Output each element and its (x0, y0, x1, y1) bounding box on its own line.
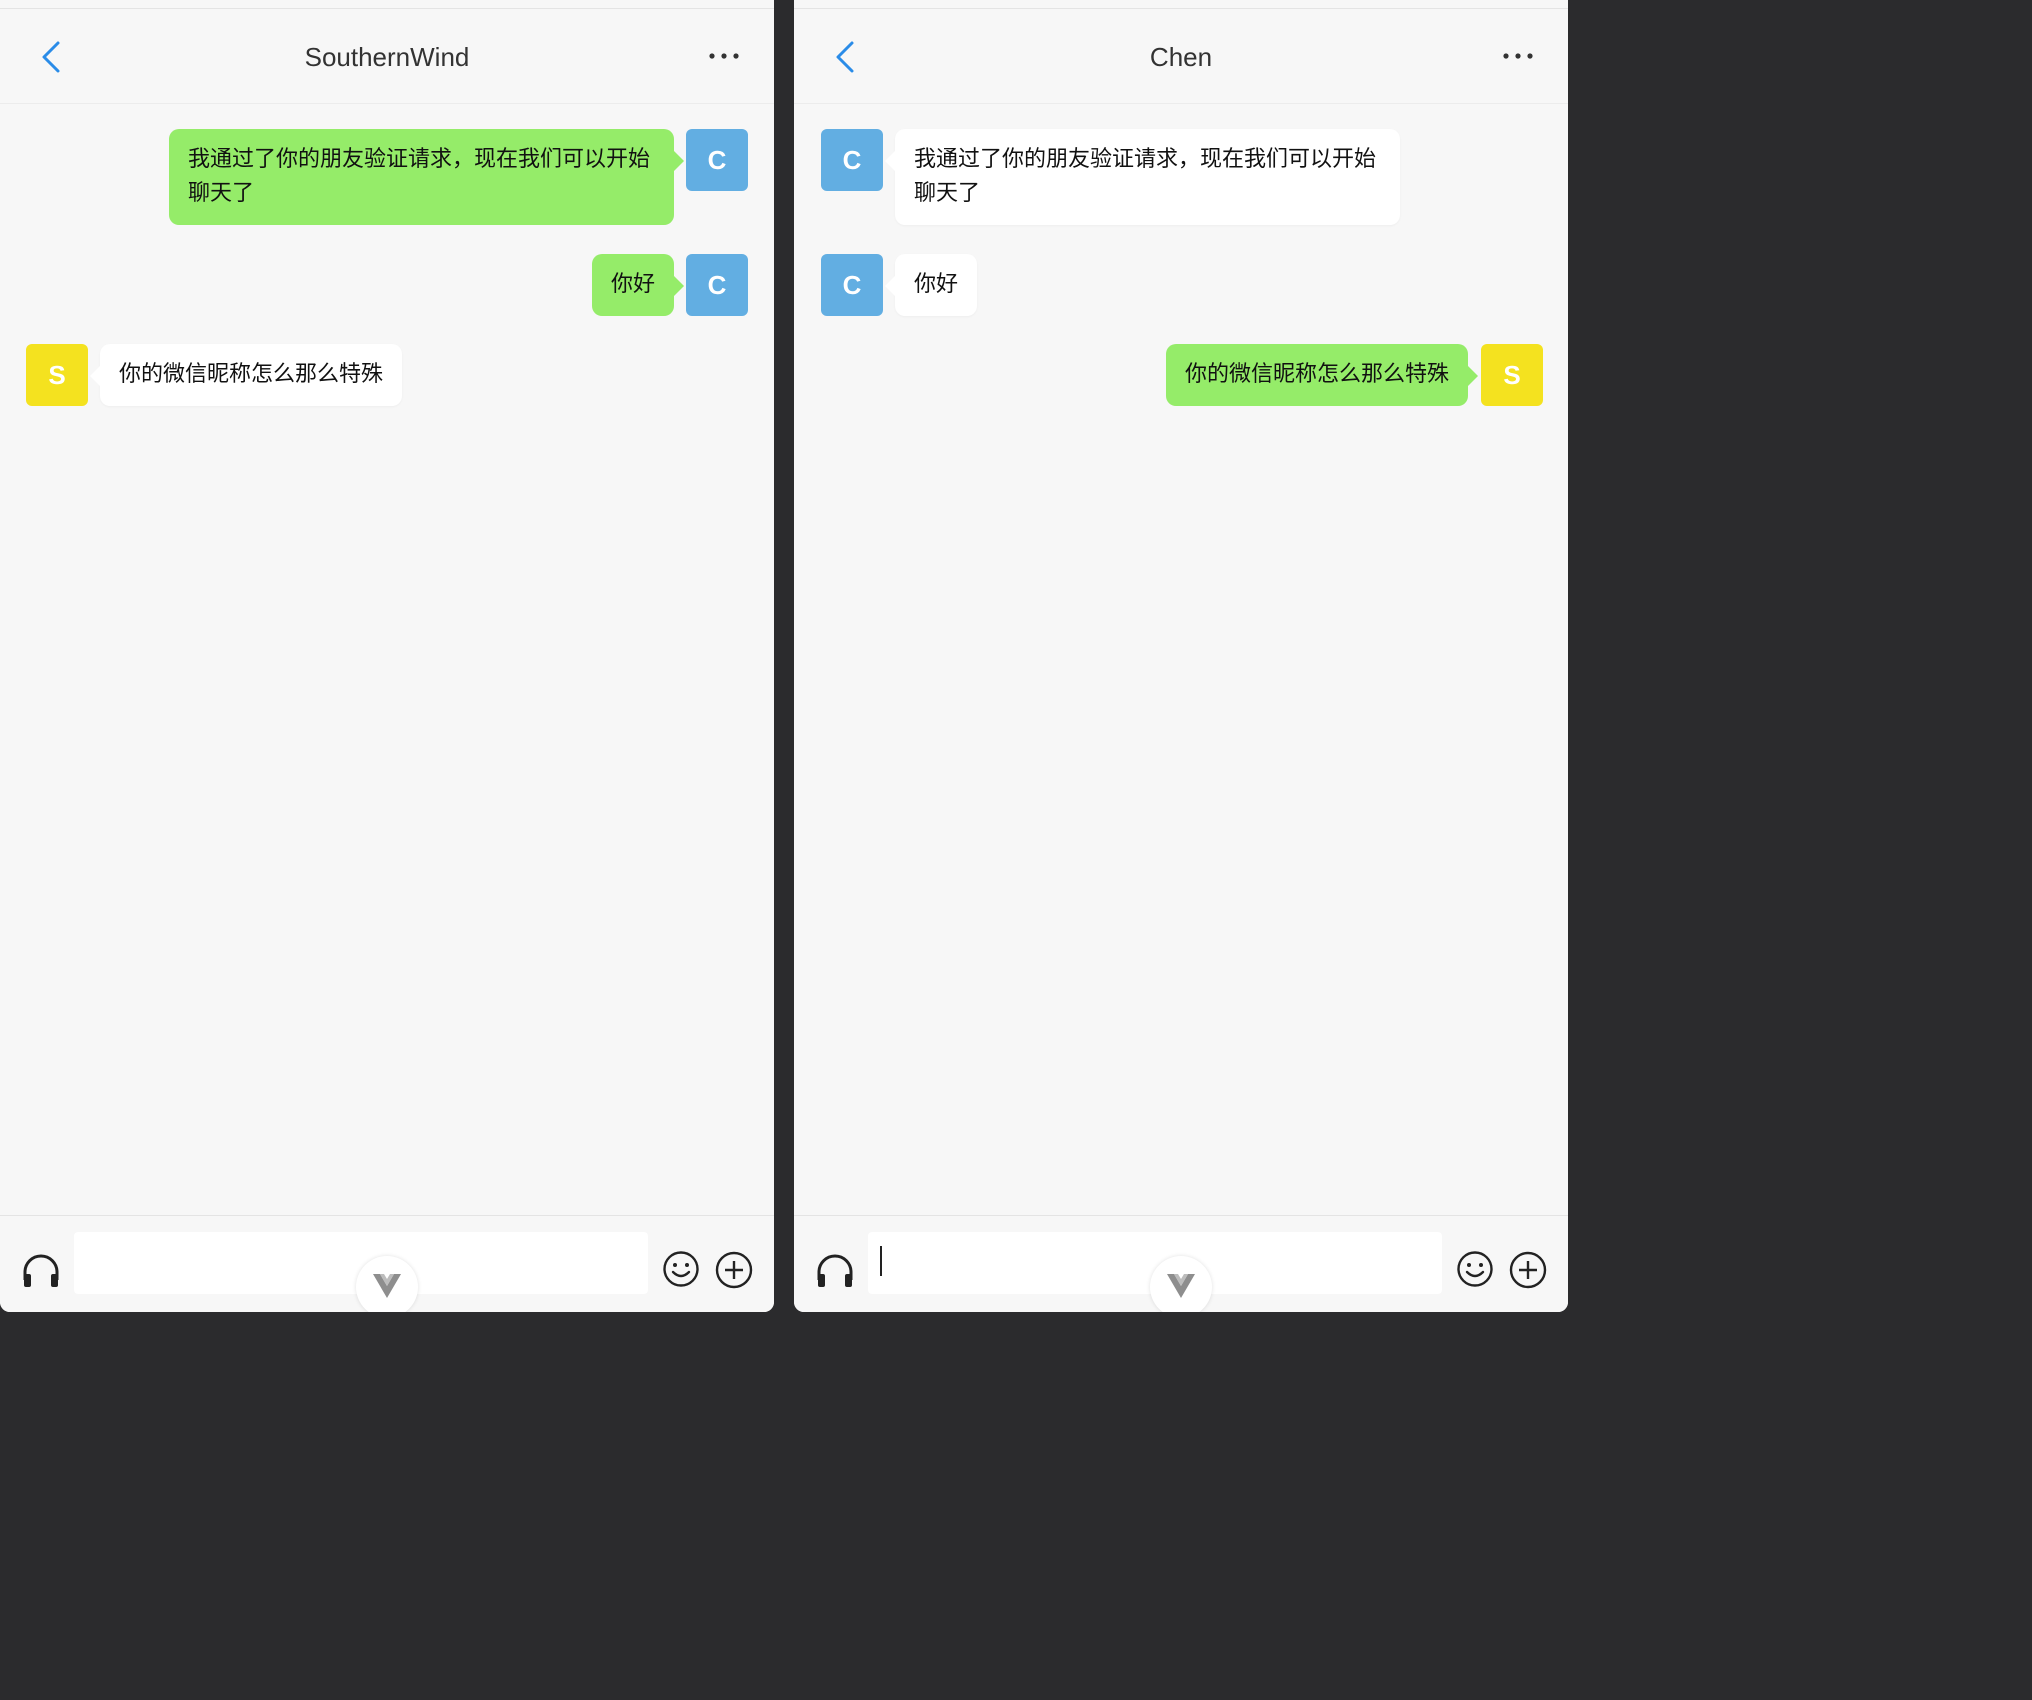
message-bubble[interactable]: 你好 (884, 254, 978, 316)
window-top-edge (794, 0, 1568, 9)
message-bubble[interactable]: 你好 (591, 254, 685, 316)
message-row-received: C 你好 (794, 254, 1568, 320)
chat-title: Chen (1149, 42, 1213, 72)
headphones-icon (817, 1254, 853, 1287)
plus-circle-icon (1509, 1251, 1547, 1289)
vue-devtools-button[interactable] (356, 1256, 418, 1312)
message-bubble[interactable]: 我通过了你的朋友验证请求，现在我们可以开始聊天了 (169, 129, 684, 225)
chat-window-southernwind: SouthernWind 我通过了你的朋友验证请求，现在我们可以开始聊天了 C … (0, 0, 774, 1312)
more-button[interactable] (704, 39, 744, 73)
emoji-button[interactable] (662, 1250, 700, 1288)
message-list[interactable]: C 我通过了你的朋友验证请求，现在我们可以开始聊天了 C 你好 你的微信昵称怎么… (794, 104, 1568, 1214)
smiley-icon (663, 1251, 699, 1287)
avatar[interactable]: C (821, 129, 883, 191)
message-row-sent: 你的微信昵称怎么那么特殊 S (794, 344, 1568, 410)
avatar[interactable]: C (821, 254, 883, 316)
voice-button[interactable] (814, 1250, 856, 1290)
window-divider (774, 0, 794, 1312)
message-row-sent: 你好 C (0, 254, 774, 320)
more-horizontal-icon (709, 53, 739, 59)
avatar[interactable]: C (686, 254, 748, 316)
emoji-button[interactable] (1456, 1250, 1494, 1288)
more-horizontal-icon (1503, 53, 1533, 59)
input-bar (794, 1215, 1568, 1312)
input-bar (0, 1215, 774, 1312)
text-cursor (880, 1246, 882, 1276)
chat-window-chen: Chen C 我通过了你的朋友验证请求，现在我们可以开始聊天了 C 你好 你的微… (794, 0, 1568, 1312)
message-list[interactable]: 我通过了你的朋友验证请求，现在我们可以开始聊天了 C 你好 C S 你的微信昵称… (0, 104, 774, 1214)
more-features-button[interactable] (714, 1250, 754, 1290)
message-row-received: S 你的微信昵称怎么那么特殊 (0, 344, 774, 410)
message-bubble[interactable]: 你的微信昵称怎么那么特殊 (89, 344, 403, 406)
chat-header: Chen (794, 9, 1568, 104)
smiley-icon (1457, 1251, 1493, 1287)
vue-devtools-button[interactable] (1150, 1256, 1212, 1312)
message-bubble[interactable]: 你的微信昵称怎么那么特殊 (1165, 344, 1479, 406)
headphones-icon (23, 1254, 59, 1287)
message-bubble[interactable]: 我通过了你的朋友验证请求，现在我们可以开始聊天了 (885, 129, 1400, 225)
message-row-sent: 我通过了你的朋友验证请求，现在我们可以开始聊天了 C (0, 129, 774, 229)
more-button[interactable] (1498, 39, 1538, 73)
more-features-button[interactable] (1508, 1250, 1548, 1290)
chat-title: SouthernWind (304, 42, 470, 72)
chat-header: SouthernWind (0, 9, 774, 104)
window-top-edge (0, 0, 774, 9)
avatar[interactable]: S (26, 344, 88, 406)
voice-button[interactable] (20, 1250, 62, 1290)
vue-logo-icon (1167, 1274, 1195, 1298)
vue-logo-icon (373, 1274, 401, 1298)
message-row-received: C 我通过了你的朋友验证请求，现在我们可以开始聊天了 (794, 129, 1568, 229)
plus-circle-icon (715, 1251, 753, 1289)
avatar[interactable]: C (686, 129, 748, 191)
avatar[interactable]: S (1481, 344, 1543, 406)
